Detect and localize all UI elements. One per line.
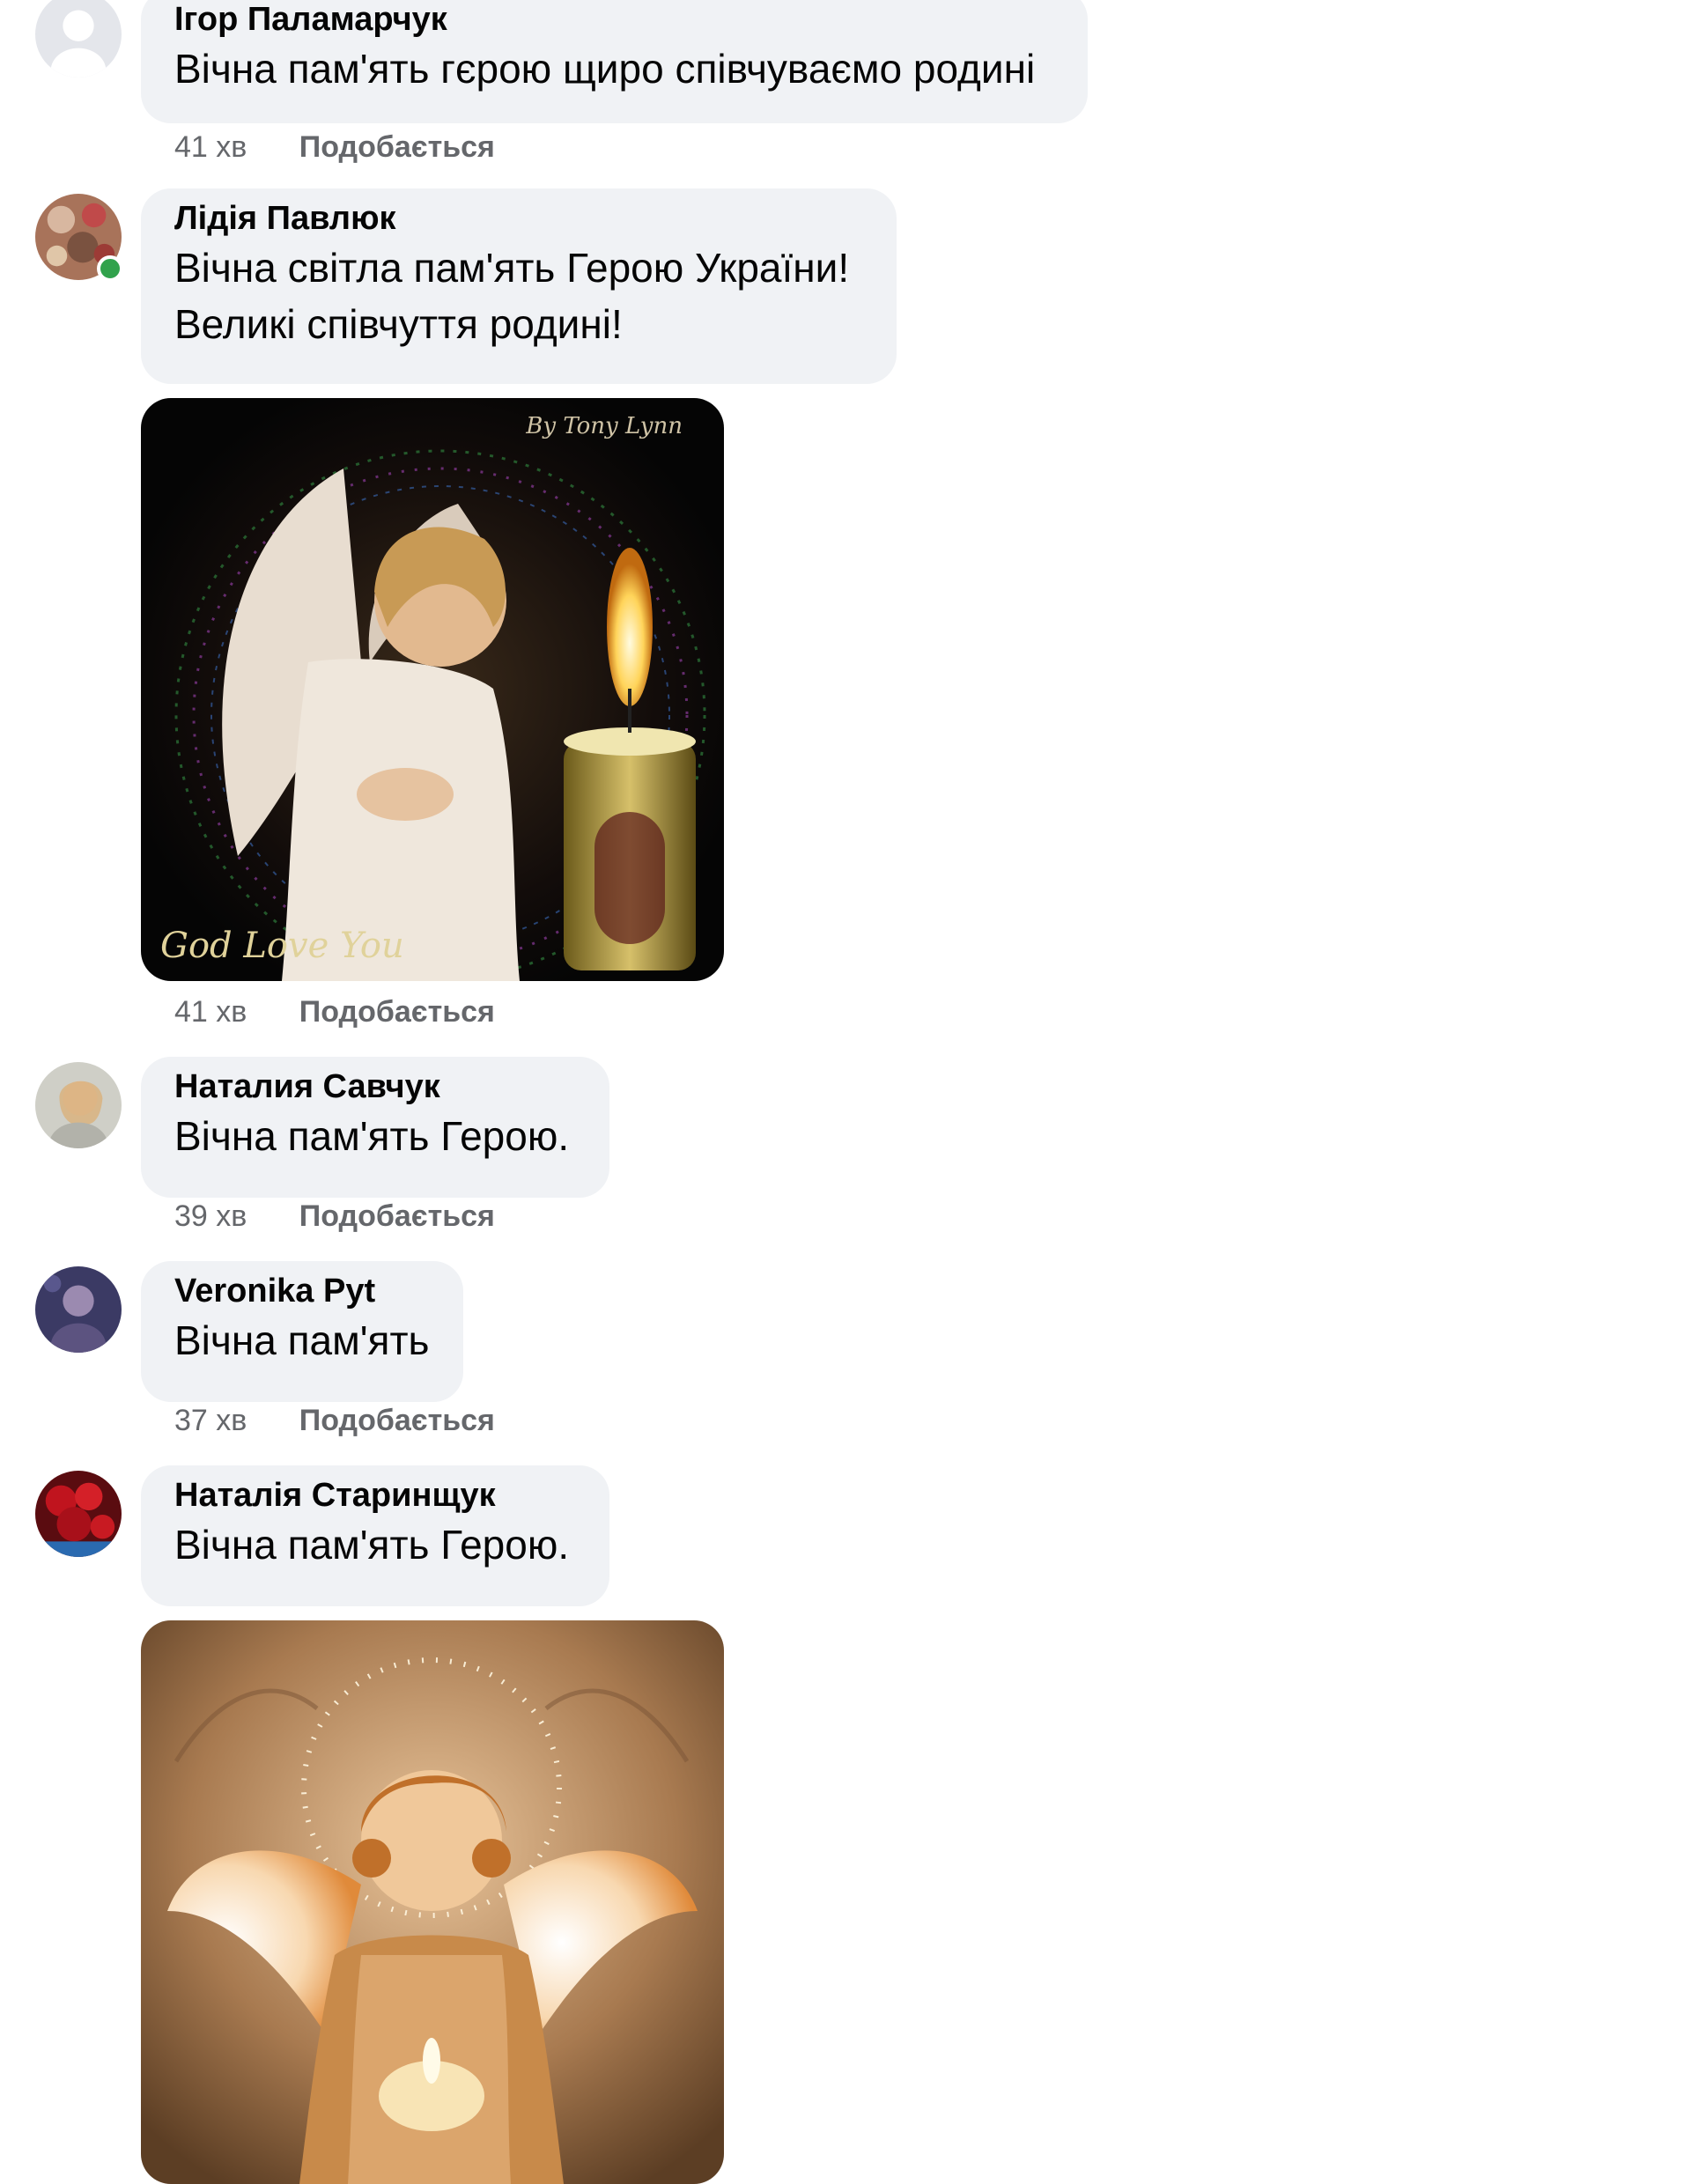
comment-meta: 39 хв Подобається: [174, 1199, 495, 1234]
comment-author[interactable]: Лідія Павлюк: [174, 197, 863, 240]
comment-meta: 37 хв Подобається: [174, 1404, 495, 1438]
comment-text: Великі співчуття родині!: [174, 301, 623, 347]
gif-signature-top: By Tony Lynn: [525, 413, 683, 439]
comment-text: Вічна пам'ять Герою.: [174, 1113, 570, 1159]
comment-author[interactable]: Наталія Старинщук: [174, 1474, 576, 1516]
avatar[interactable]: [35, 1062, 122, 1148]
comment-meta: 41 хв Подобається: [174, 995, 495, 1029]
comment-bubble: Наталия Савчук Вічна пам'ять Герою.: [141, 1057, 609, 1198]
comment-author[interactable]: Наталия Савчук: [174, 1066, 576, 1108]
comment-timestamp[interactable]: 39 хв: [174, 1199, 247, 1234]
angel-candle-image: By Tony Lynn God Love You: [141, 398, 724, 981]
comment-text: Вічна світла пам'ять Герою України!: [174, 245, 850, 291]
comment-author[interactable]: Veronika Pyt: [174, 1270, 430, 1312]
avatar[interactable]: [35, 0, 122, 77]
comment-bubble: Ігор Паламарчук Вічна пам'ять гєрою щиро…: [141, 0, 1088, 123]
avatar[interactable]: [35, 1266, 122, 1353]
child-angel-gif[interactable]: [141, 1620, 724, 2184]
comment-meta: 41 хв Подобається: [174, 130, 495, 165]
comment-text: Вічна пам'ять Герою.: [174, 1522, 570, 1568]
comment-text: Вічна пам'ять: [174, 1317, 430, 1363]
gif-signature-bottom: God Love You: [160, 926, 404, 966]
comment-timestamp[interactable]: 37 хв: [174, 1404, 247, 1438]
like-button[interactable]: Подобається: [299, 1404, 495, 1438]
child-angel-image: [141, 1620, 724, 2184]
comment-bubble: Veronika Pyt Вічна пам'ять: [141, 1261, 463, 1402]
like-button[interactable]: Подобається: [299, 995, 495, 1029]
like-button[interactable]: Подобається: [299, 1199, 495, 1234]
comment-bubble: Лідія Павлюк Вічна світла пам'ять Герою …: [141, 188, 897, 384]
angel-candle-gif[interactable]: By Tony Lynn God Love You: [141, 398, 724, 981]
comment-text: Вічна пам'ять гєрою щиро співчуваємо род…: [174, 46, 1036, 92]
avatar[interactable]: [35, 1471, 122, 1557]
comment-author[interactable]: Ігор Паламарчук: [174, 0, 1054, 41]
comment-bubble: Наталія Старинщук Вічна пам'ять Герою.: [141, 1465, 609, 1606]
online-status-icon: [97, 255, 123, 282]
like-button[interactable]: Подобається: [299, 130, 495, 165]
comment-timestamp[interactable]: 41 хв: [174, 995, 247, 1029]
comment-timestamp[interactable]: 41 хв: [174, 130, 247, 165]
